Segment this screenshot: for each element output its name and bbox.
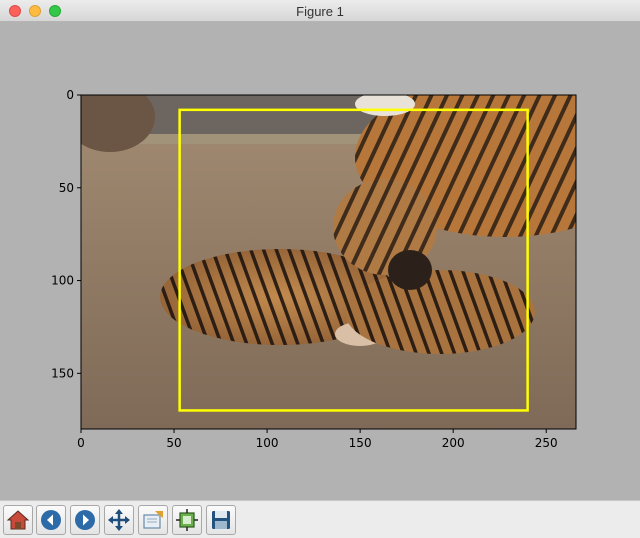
floppy-disk-icon [212, 511, 230, 529]
x-tick-label: 0 [77, 436, 85, 450]
back-arrow-icon [41, 510, 61, 530]
back-button[interactable] [36, 505, 66, 535]
subplots-icon [176, 509, 198, 531]
pan-button[interactable] [104, 505, 134, 535]
navigation-toolbar [0, 500, 640, 538]
save-button[interactable] [206, 505, 236, 535]
x-tick-label: 100 [256, 436, 279, 450]
x-tick-label: 200 [442, 436, 465, 450]
window-title: Figure 1 [296, 4, 344, 19]
y-tick-label: 0 [66, 88, 74, 102]
y-tick-label: 150 [51, 366, 74, 380]
rock-left [81, 95, 155, 152]
y-tick-label: 50 [59, 181, 74, 195]
zoom-button[interactable] [138, 505, 168, 535]
y-tick-label: 100 [51, 274, 74, 288]
x-axis-ticks: 0 50 100 150 200 250 [77, 429, 558, 450]
forward-button[interactable] [70, 505, 100, 535]
configure-subplots-button[interactable] [172, 505, 202, 535]
zoom-rect-icon [143, 511, 163, 529]
figure-canvas[interactable]: 0 50 100 150 200 250 0 50 100 150 [0, 22, 640, 500]
x-tick-label: 150 [349, 436, 372, 450]
forward-arrow-icon [75, 510, 95, 530]
image-content [81, 95, 576, 429]
x-tick-label: 50 [166, 436, 181, 450]
home-button[interactable] [3, 505, 33, 535]
title-bar: Figure 1 [0, 0, 640, 22]
home-icon [6, 510, 30, 530]
y-axis-ticks: 0 50 100 150 [51, 88, 81, 380]
plot-svg: 0 50 100 150 200 250 0 50 100 150 [51, 88, 577, 450]
x-tick-label: 250 [535, 436, 558, 450]
move-icon [108, 509, 130, 531]
